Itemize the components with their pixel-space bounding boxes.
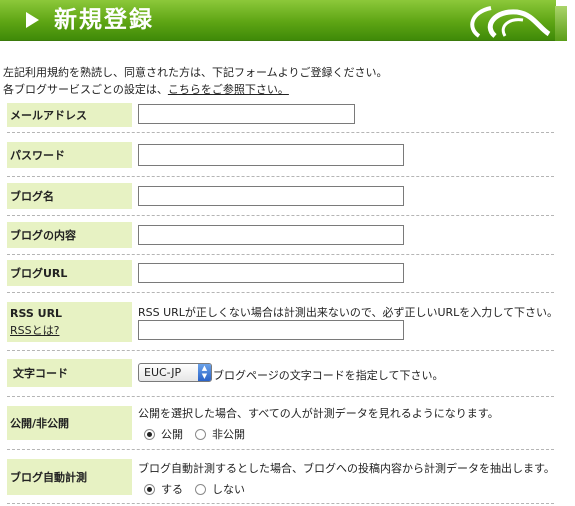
swoosh-logo-icon	[470, 6, 551, 38]
header-tail	[555, 6, 567, 41]
settings-help-link[interactable]: こちらをご参照下さい。	[168, 83, 289, 96]
blog-url-label: ブログURL	[7, 260, 132, 286]
rss-url-label: RSS URL	[10, 306, 63, 320]
blog-content-label: ブログの内容	[7, 222, 132, 248]
intro-line-1: 左記利用規約を熟読し、同意された方は、下記フォームよりご登録ください。	[3, 66, 388, 79]
visibility-row: 公開/非公開 公開を選択した場合、すべての人が計測データを見れるようになります。…	[7, 396, 554, 450]
blog-url-row: ブログURL	[7, 254, 554, 293]
charset-select[interactable]: EUC-JP ▲ ▼	[138, 363, 212, 382]
auto-measure-no-radio[interactable]	[195, 483, 206, 495]
blog-name-field[interactable]	[138, 186, 404, 206]
blog-url-field[interactable]	[138, 263, 404, 283]
select-arrows-icon: ▲ ▼	[198, 364, 211, 381]
page-title: 新規登録	[54, 7, 154, 33]
blog-content-row: ブログの内容	[7, 215, 554, 255]
rss-url-help: RSS URLが正しくない場合は計測出来ないので、必ず正しいURLを入力して下さ…	[138, 306, 558, 319]
auto-measure-yes-label: する	[161, 483, 183, 496]
rss-url-row: RSS URL RSSとは? RSS URLが正しくない場合は計測出来ないので、…	[7, 292, 558, 351]
password-row: パスワード	[7, 132, 554, 177]
charset-row: 文字コード EUC-JP ▲ ▼ ブログページの文字コードを指定して下さい。	[7, 350, 554, 397]
password-label: パスワード	[7, 142, 132, 168]
visibility-private-label: 非公開	[212, 428, 245, 441]
email-label: メールアドレス	[7, 103, 132, 127]
auto-measure-help: ブログ自動計測するとした場合、ブログへの投稿内容から計測データを抽出します。	[138, 462, 555, 475]
visibility-private-radio[interactable]	[195, 428, 206, 440]
auto-measure-label: ブログ自動計測	[7, 459, 132, 495]
charset-help: ブログページの文字コードを指定して下さい。	[213, 369, 444, 382]
rss-url-label-cell: RSS URL RSSとは?	[7, 302, 132, 342]
visibility-help: 公開を選択した場合、すべての人が計測データを見れるようになります。	[138, 407, 499, 420]
email-field[interactable]	[138, 104, 355, 124]
visibility-radio-group: 公開 非公開	[144, 426, 245, 442]
page-header: 新規登録	[0, 0, 556, 41]
intro-text: 左記利用規約を熟読し、同意された方は、下記フォームよりご登録ください。 各ブログ…	[3, 64, 387, 98]
visibility-label: 公開/非公開	[7, 406, 132, 440]
rss-url-field[interactable]	[138, 320, 404, 340]
blog-content-field[interactable]	[138, 225, 404, 245]
charset-label: 文字コード	[7, 359, 132, 387]
visibility-public-radio[interactable]	[144, 428, 155, 440]
charset-selected: EUC-JP	[144, 366, 182, 379]
blog-name-row: ブログ名	[7, 176, 554, 216]
auto-measure-no-label: しない	[212, 483, 245, 496]
blog-name-label: ブログ名	[7, 183, 132, 209]
auto-measure-row: ブログ自動計測 ブログ自動計測するとした場合、ブログへの投稿内容から計測データを…	[7, 449, 555, 504]
password-field[interactable]	[138, 144, 404, 166]
rss-help-link[interactable]: RSSとは?	[10, 322, 59, 338]
email-row: メールアドレス	[7, 100, 554, 133]
visibility-public-label: 公開	[161, 428, 183, 441]
intro-line-2-prefix: 各ブログサービスごとの設定は、	[3, 83, 168, 96]
auto-measure-yes-radio[interactable]	[144, 483, 155, 495]
intro-line-2: 各ブログサービスごとの設定は、こちらをご参照下さい。	[3, 81, 387, 98]
play-arrow-icon	[26, 12, 39, 28]
auto-measure-radio-group: する しない	[144, 481, 245, 497]
